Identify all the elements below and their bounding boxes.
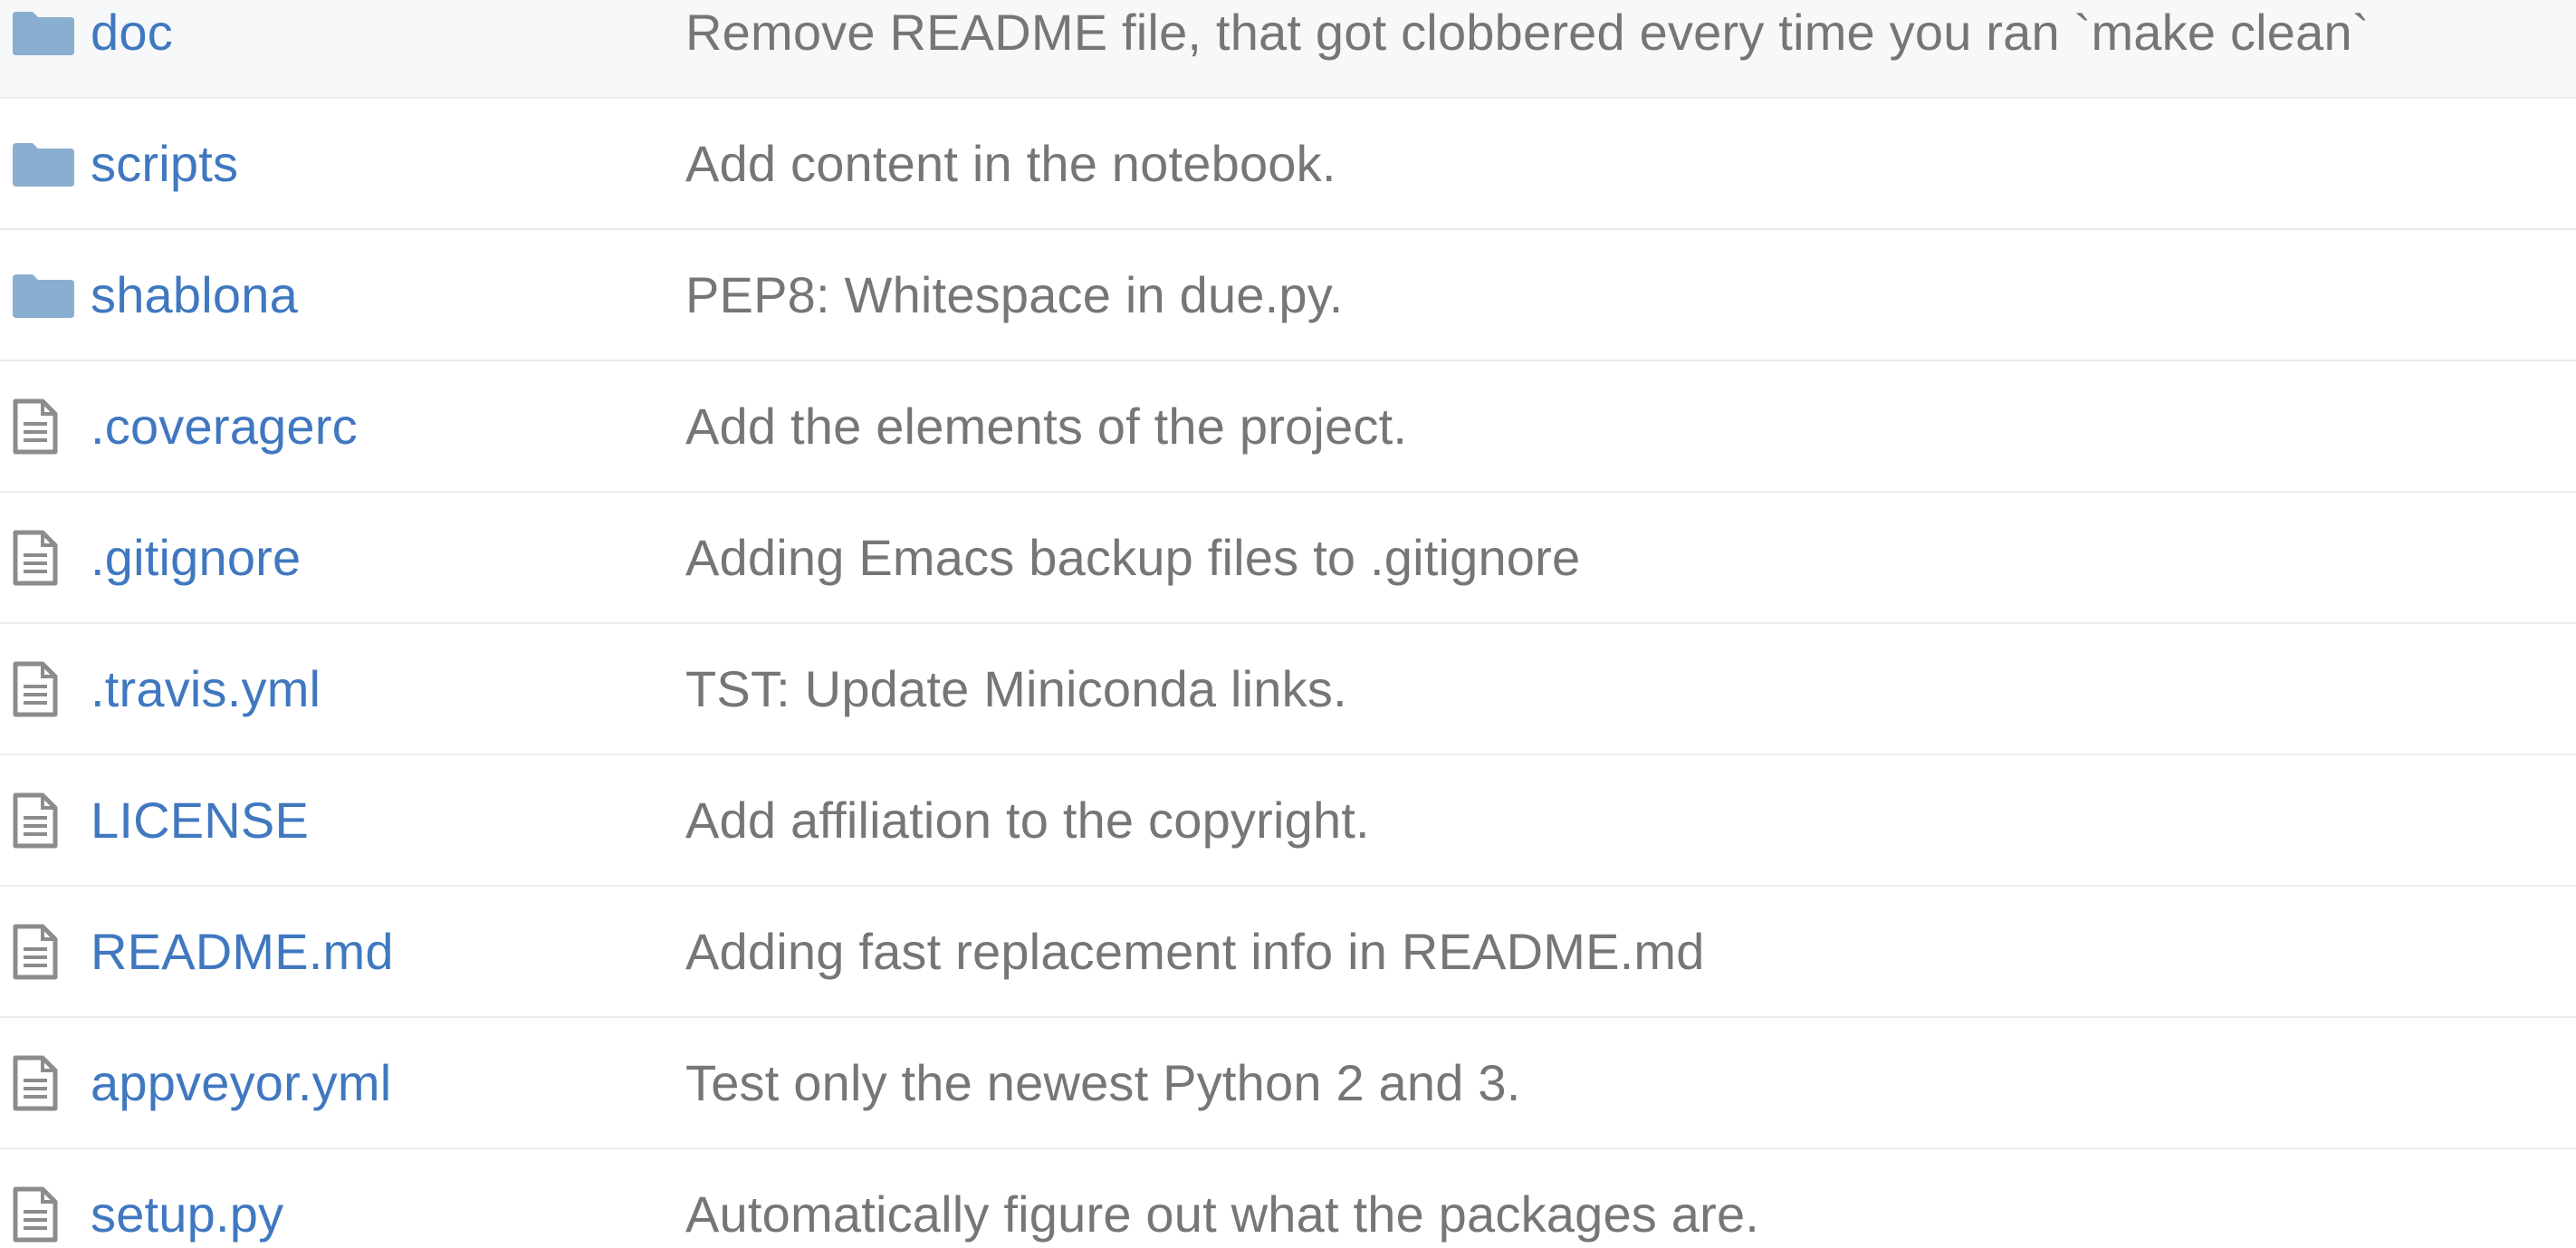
file-row-setup-py[interactable]: setup.py Automatically figure out what t… [0,1149,2576,1248]
file-row-gitignore[interactable]: .gitignore Adding Emacs backup files to … [0,493,2576,624]
file-name-link[interactable]: shablona [91,230,298,360]
folder-icon [13,0,76,97]
file-name-link[interactable]: .coveragerc [91,361,358,491]
file-name-link[interactable]: setup.py [91,1149,283,1248]
file-icon [13,1018,76,1147]
file-row-coveragerc[interactable]: .coveragerc Add the elements of the proj… [0,361,2576,493]
file-row-doc[interactable]: doc Remove README file, that got clobber… [0,0,2576,99]
commit-message-link[interactable]: Adding Emacs backup files to .gitignore [685,493,2573,622]
file-icon [13,624,76,754]
commit-message-link[interactable]: Remove README file, that got clobbered e… [685,0,2573,97]
commit-message-link[interactable]: Automatically figure out what the packag… [685,1149,2573,1248]
file-list: doc Remove README file, that got clobber… [0,0,2576,1248]
file-row-shablona[interactable]: shablona PEP8: Whitespace in due.py. [0,230,2576,361]
commit-message-link[interactable]: Adding fast replacement info in README.m… [685,887,2573,1016]
file-name-link[interactable]: README.md [91,887,394,1016]
file-icon [13,887,76,1016]
file-name-link[interactable]: scripts [91,99,238,228]
file-name-link[interactable]: .travis.yml [91,624,321,754]
folder-icon [13,230,76,360]
commit-message-link[interactable]: Test only the newest Python 2 and 3. [685,1018,2573,1147]
file-name-link[interactable]: appveyor.yml [91,1018,391,1147]
file-name-link[interactable]: LICENSE [91,755,309,885]
commit-message-link[interactable]: TST: Update Miniconda links. [685,624,2573,754]
commit-message-link[interactable]: PEP8: Whitespace in due.py. [685,230,2573,360]
folder-icon [13,99,76,228]
file-row-appveyor-yml[interactable]: appveyor.yml Test only the newest Python… [0,1018,2576,1149]
file-row-readme-md[interactable]: README.md Adding fast replacement info i… [0,887,2576,1018]
file-name-link[interactable]: .gitignore [91,493,301,622]
commit-message-link[interactable]: Add affiliation to the copyright. [685,755,2573,885]
file-name-link[interactable]: doc [91,0,173,97]
file-row-license[interactable]: LICENSE Add affiliation to the copyright… [0,755,2576,887]
file-icon [13,361,76,491]
commit-message-link[interactable]: Add content in the notebook. [685,99,2573,228]
file-row-scripts[interactable]: scripts Add content in the notebook. [0,99,2576,230]
file-icon [13,1149,76,1248]
file-icon [13,493,76,622]
file-icon [13,755,76,885]
commit-message-link[interactable]: Add the elements of the project. [685,361,2573,491]
file-row-travis-yml[interactable]: .travis.yml TST: Update Miniconda links. [0,624,2576,755]
